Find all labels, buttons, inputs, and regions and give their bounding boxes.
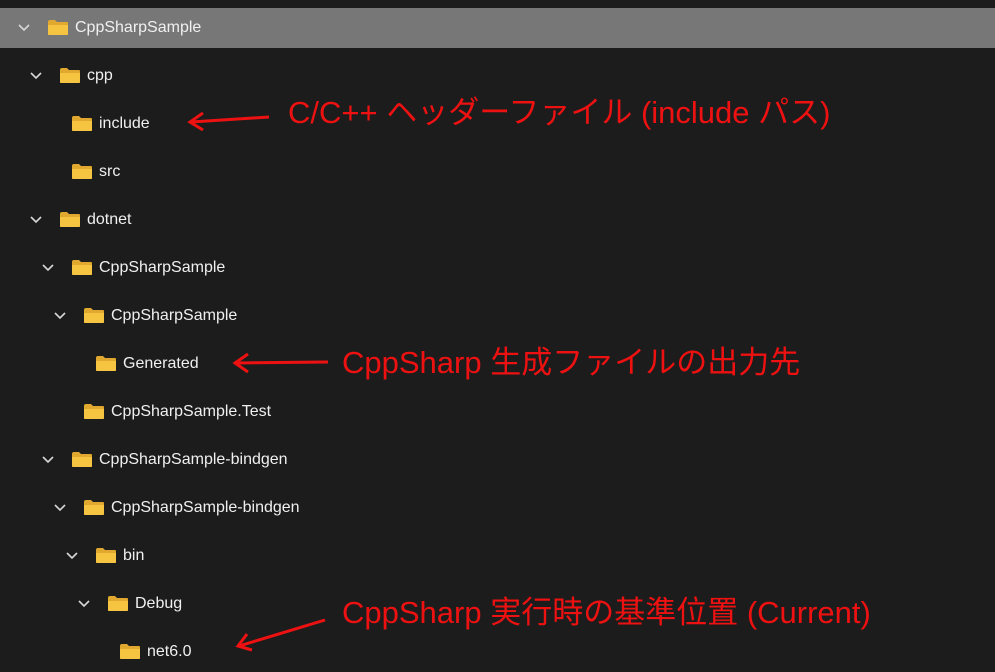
- chevron-down-icon[interactable]: [16, 20, 32, 36]
- arrow-generated-icon: [232, 352, 329, 374]
- tree-item-label: Generated: [123, 355, 199, 372]
- tree-row[interactable]: CppSharpSample: [0, 8, 995, 48]
- folder-icon: [72, 452, 92, 467]
- folder-icon: [72, 116, 92, 131]
- annotation-include: C/C++ ヘッダーファイル (include パス): [288, 95, 831, 130]
- folder-icon: [84, 500, 104, 515]
- chevron-down-icon[interactable]: [40, 260, 56, 276]
- folder-icon: [108, 596, 128, 611]
- folder-icon: [72, 164, 92, 179]
- folder-icon: [96, 356, 116, 371]
- tree-item-label: CppSharpSample: [111, 307, 238, 324]
- tree-item-label: CppSharpSample-bindgen: [111, 499, 300, 516]
- chevron-down-icon[interactable]: [52, 500, 68, 516]
- folder-icon: [72, 260, 92, 275]
- chevron-down-icon[interactable]: [28, 212, 44, 228]
- tree-item-label: CppSharpSample.Test: [111, 403, 272, 420]
- chevron-down-icon[interactable]: [64, 548, 80, 564]
- chevron-down-icon[interactable]: [52, 308, 68, 324]
- tree-row[interactable]: CppSharpSample.Test: [0, 392, 995, 432]
- folder-icon: [84, 404, 104, 419]
- tree-row[interactable]: net6.0: [0, 632, 995, 672]
- chevron-down-icon[interactable]: [76, 596, 92, 612]
- tree-item-label: net6.0: [147, 643, 192, 660]
- tree-row[interactable]: CppSharpSample-bindgen: [0, 488, 995, 528]
- tree-item-label: src: [99, 163, 121, 180]
- tree-item-label: bin: [123, 547, 145, 564]
- arrow-include-icon: [187, 111, 270, 132]
- tree-item-label: CppSharpSample: [99, 259, 226, 276]
- arrow-current-icon: [235, 618, 326, 652]
- tree-row[interactable]: src: [0, 152, 995, 192]
- annotation-generated: CppSharp 生成ファイルの出力先: [342, 345, 801, 380]
- folder-icon: [96, 548, 116, 563]
- folder-icon: [84, 308, 104, 323]
- folder-icon: [60, 212, 80, 227]
- tree-row[interactable]: CppSharpSample: [0, 248, 995, 288]
- tree-item-label: include: [99, 115, 150, 132]
- tree-row[interactable]: CppSharpSample: [0, 296, 995, 336]
- tree-row[interactable]: CppSharpSample-bindgen: [0, 440, 995, 480]
- tree-item-label: Debug: [135, 595, 183, 612]
- tree-item-label: CppSharpSample-bindgen: [99, 451, 288, 468]
- tree-row[interactable]: bin: [0, 536, 995, 576]
- folder-icon: [60, 68, 80, 83]
- chevron-down-icon[interactable]: [28, 68, 44, 84]
- tree-row[interactable]: dotnet: [0, 200, 995, 240]
- folder-icon: [120, 644, 140, 659]
- folder-icon: [48, 20, 68, 35]
- chevron-down-icon[interactable]: [40, 452, 56, 468]
- tree-item-label: dotnet: [87, 211, 132, 228]
- tree-item-label: CppSharpSample: [75, 19, 202, 36]
- top-strip: [0, 0, 995, 8]
- annotation-current: CppSharp 実行時の基準位置 (Current): [342, 595, 871, 630]
- tree-row[interactable]: cpp: [0, 56, 995, 96]
- tree-item-label: cpp: [87, 67, 113, 84]
